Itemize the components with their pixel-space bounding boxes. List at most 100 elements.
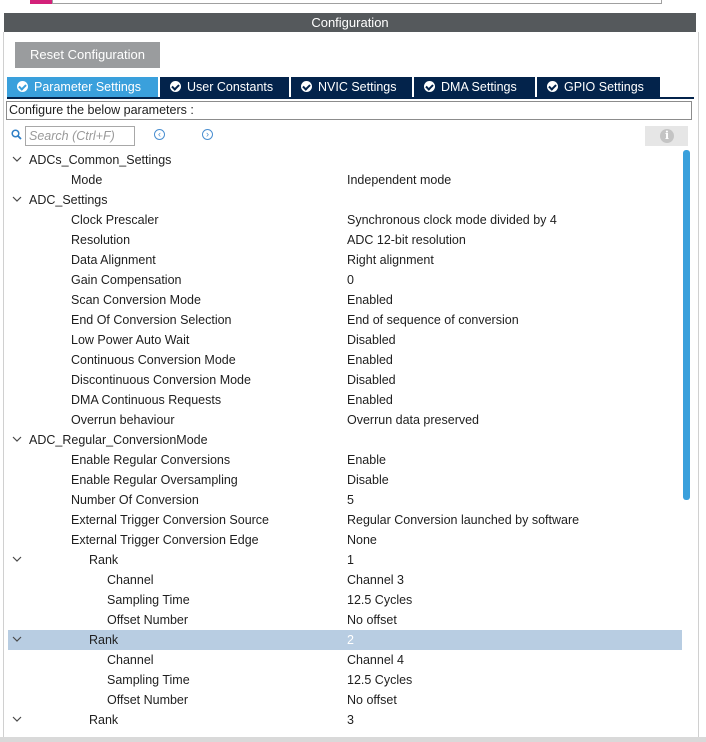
tab-nvic-settings[interactable]: NVIC Settings [291, 77, 412, 97]
tree-row-value[interactable]: Disable [347, 470, 389, 490]
check-icon [170, 81, 181, 92]
tree-row-value[interactable]: Channel 4 [347, 650, 404, 670]
tree-subparam-row[interactable]: Channel Channel 3 [8, 570, 682, 590]
tab-label: User Constants [187, 80, 274, 94]
tree-row-value[interactable]: Regular Conversion launched by software [347, 510, 579, 530]
tree-row-label: Offset Number [107, 613, 189, 627]
tree-row-value[interactable]: Enabled [347, 350, 393, 370]
tree-param-row[interactable]: DMA Continuous Requests Enabled [8, 390, 682, 410]
tree-group-row[interactable]: ADCs_Common_Settings [8, 150, 682, 170]
tree-row-value[interactable]: Synchronous clock mode divided by 4 [347, 210, 557, 230]
tree-subparam-row[interactable]: Offset Number No offset [8, 690, 682, 710]
info-button[interactable]: i [645, 126, 688, 146]
tree-row-value[interactable]: Disabled [347, 330, 396, 350]
tree-row-label: Clock Prescaler [71, 213, 159, 227]
tree-rank-row[interactable]: Rank 3 [8, 710, 682, 730]
tree-row-label: Gain Compensation [71, 273, 182, 287]
chevron-down-icon[interactable] [11, 430, 23, 450]
tree-row-value[interactable]: 12.5 Cycles [347, 590, 412, 610]
tab-user-constants[interactable]: User Constants [160, 77, 289, 97]
tree-row-value[interactable]: Right alignment [347, 250, 434, 270]
tree-param-row[interactable]: Mode Independent mode [8, 170, 682, 190]
tree-row-value[interactable]: 1 [347, 550, 354, 570]
tree-row-label: Overrun behaviour [71, 413, 175, 427]
tree-subparam-row[interactable]: Channel Channel 4 [8, 650, 682, 670]
tree-row-value[interactable]: Enabled [347, 290, 393, 310]
tree-param-row[interactable]: Enable Regular Oversampling Disable [8, 470, 682, 490]
horizontal-scrollbar[interactable] [0, 737, 706, 742]
tab-gpio-settings[interactable]: GPIO Settings [537, 77, 660, 97]
tree-group-row[interactable]: ADC_Settings [8, 190, 682, 210]
tree-rank-row[interactable]: Rank 1 [8, 550, 682, 570]
tree-param-row[interactable]: Discontinuous Conversion Mode Disabled [8, 370, 682, 390]
tree-row-value[interactable]: Independent mode [347, 170, 451, 190]
tab-underline [7, 97, 694, 99]
tree-param-row[interactable]: Scan Conversion Mode Enabled [8, 290, 682, 310]
tree-param-row[interactable]: Overrun behaviour Overrun data preserved [8, 410, 682, 430]
tree-param-row[interactable]: Number Of Conversion 5 [8, 490, 682, 510]
tree-param-row[interactable]: Gain Compensation 0 [8, 270, 682, 290]
tab-dma-settings[interactable]: DMA Settings [414, 77, 535, 97]
tree-row-label: External Trigger Conversion Source [71, 513, 270, 527]
tree-row-value[interactable]: End of sequence of conversion [347, 310, 519, 330]
chevron-down-icon[interactable] [11, 150, 23, 170]
next-result-icon[interactable]: › [202, 129, 213, 140]
tree-row-value[interactable]: 0 [347, 270, 354, 290]
tree-param-row[interactable]: Continuous Conversion Mode Enabled [8, 350, 682, 370]
tree-row-label: Data Alignment [71, 253, 156, 267]
chevron-down-icon[interactable] [11, 190, 23, 210]
tree-param-row[interactable]: External Trigger Conversion Source Regula… [8, 510, 682, 530]
search-input[interactable] [25, 126, 135, 146]
tree-row-value[interactable]: None [347, 530, 377, 550]
tree-row-value[interactable]: Disabled [347, 370, 396, 390]
top-strip [0, 0, 706, 12]
tree-param-row[interactable]: End Of Conversion Selection End of sequen… [8, 310, 682, 330]
tree-row-value[interactable]: 3 [347, 710, 354, 730]
check-icon [424, 81, 435, 92]
tree-subparam-row[interactable]: Sampling Time 12.5 Cycles [8, 670, 682, 690]
tree-param-row[interactable]: Resolution ADC 12-bit resolution [8, 230, 682, 250]
vertical-scrollbar-thumb[interactable] [683, 150, 690, 500]
tree-row-value[interactable]: Overrun data preserved [347, 410, 479, 430]
tree-param-row[interactable]: External Trigger Conversion Edge None [8, 530, 682, 550]
search-icon [11, 129, 22, 143]
previous-result-icon[interactable]: ‹ [154, 129, 165, 140]
tree-row-value[interactable]: Enable [347, 450, 386, 470]
tree-row-value[interactable]: 12.5 Cycles [347, 670, 412, 690]
tree-param-row[interactable]: Clock Prescaler Synchronous clock mode di… [8, 210, 682, 230]
tab-parameter-settings[interactable]: Parameter Settings [7, 77, 158, 97]
tree-param-row[interactable]: Data Alignment Right alignment [8, 250, 682, 270]
tree-row-label: Mode [71, 173, 103, 187]
chevron-down-icon[interactable] [11, 710, 23, 730]
tree-row-label: External Trigger Conversion Edge [71, 533, 259, 547]
tab-label: NVIC Settings [318, 80, 397, 94]
tree-rank-row[interactable]: Rank 2 [8, 630, 682, 650]
tree-row-label: End Of Conversion Selection [71, 313, 232, 327]
tree-subparam-row[interactable]: Offset Number No offset [8, 610, 682, 630]
tree-row-value[interactable]: Channel 3 [347, 570, 404, 590]
tree-group-row[interactable]: ADC_Regular_ConversionMode [8, 430, 682, 450]
chevron-down-icon[interactable] [11, 630, 23, 650]
tree-row-value[interactable]: 2 [347, 630, 354, 650]
tree-row-value[interactable]: 5 [347, 490, 354, 510]
tree-subparam-row[interactable]: Sampling Time 12.5 Cycles [8, 590, 682, 610]
tab-label: DMA Settings [441, 80, 517, 94]
pink-accent [30, 0, 52, 4]
tree-row-label: Offset Number [107, 693, 189, 707]
tree-param-row[interactable]: Enable Regular Conversions Enable [8, 450, 682, 470]
tree-row-value[interactable]: ADC 12-bit resolution [347, 230, 466, 250]
tree-param-row[interactable]: Low Power Auto Wait Disabled [8, 330, 682, 350]
parameter-tree: ADCs_Common_Settings Mode Independent mode… [8, 150, 682, 740]
configure-hint: Configure the below parameters : [6, 101, 692, 120]
tree-row-label: Rank [89, 633, 119, 647]
tree-row-value[interactable]: Enabled [347, 390, 393, 410]
reset-configuration-button[interactable]: Reset Configuration [15, 42, 160, 68]
tree-row-value[interactable]: No offset [347, 690, 397, 710]
tree-row-label: Scan Conversion Mode [71, 293, 201, 307]
chevron-down-icon[interactable] [11, 550, 23, 570]
tree-row-value[interactable]: No offset [347, 610, 397, 630]
panel-title: Configuration [4, 13, 696, 32]
top-field-edge [52, 0, 662, 4]
check-icon [17, 81, 28, 92]
tree-row-label: Rank [89, 553, 119, 567]
